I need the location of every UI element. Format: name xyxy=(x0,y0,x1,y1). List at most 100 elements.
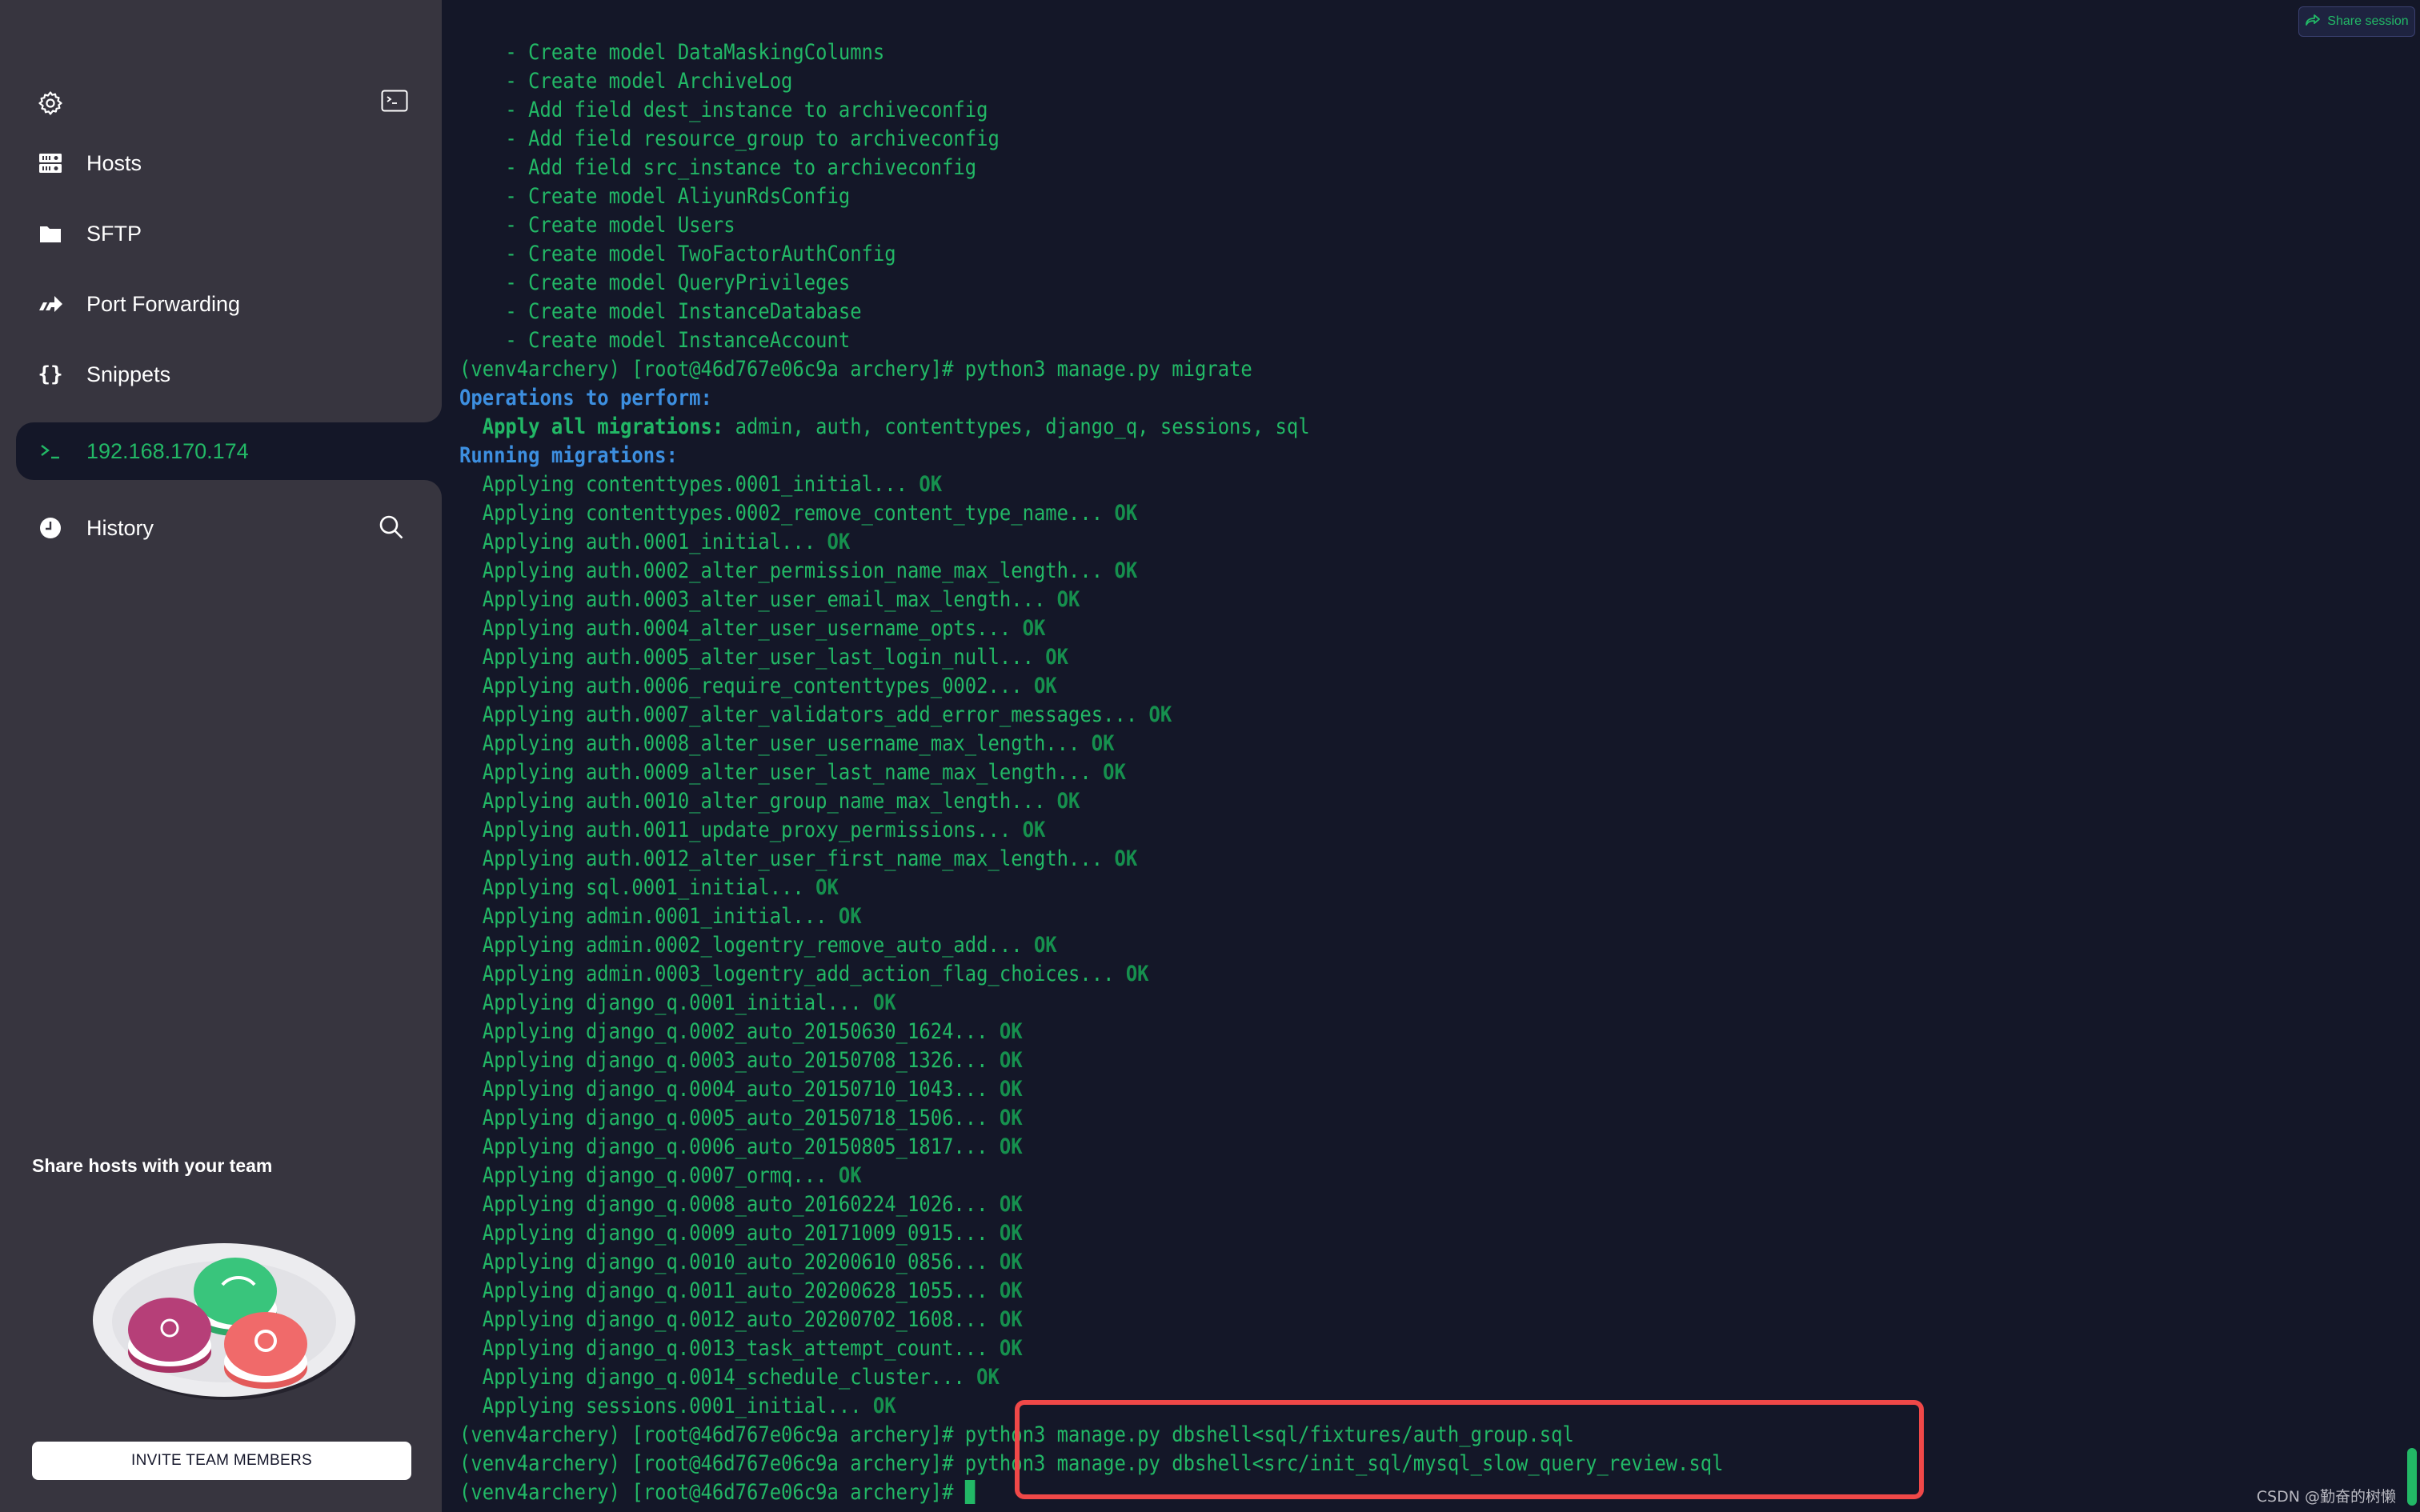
terminal-line: - Add field resource_group to archivecon… xyxy=(459,125,1723,154)
terminal-line: - Create model TwoFactorAuthConfig xyxy=(459,240,1723,269)
terminal-text: Applying django_q.0008_auto_20160224_102… xyxy=(459,1192,1000,1217)
status-ok: OK xyxy=(999,1077,1023,1102)
terminal-line: Applying sessions.0001_initial... OK xyxy=(459,1392,1723,1421)
share-arrow-icon xyxy=(2305,14,2321,30)
terminal-cursor xyxy=(964,1480,976,1504)
terminal-text: - Create model AliyunRdsConfig xyxy=(459,184,851,209)
terminal-text: Applying django_q.0006_auto_20150805_181… xyxy=(459,1134,1000,1159)
terminal-line: (venv4archery) [root@46d767e06c9a archer… xyxy=(459,1450,1723,1478)
terminal-line: Applying auth.0004_alter_user_username_o… xyxy=(459,614,1723,643)
terminal-text: - Add field src_instance to archiveconfi… xyxy=(459,155,977,180)
status-ok: OK xyxy=(1056,587,1080,612)
terminal-text: (venv4archery) [root@46d767e06c9a archer… xyxy=(459,1422,1574,1447)
terminal-text: Applying auth.0006_require_contenttypes_… xyxy=(459,674,1034,698)
search-icon[interactable] xyxy=(378,514,405,541)
terminal-text: (venv4archery) [root@46d767e06c9a archer… xyxy=(459,1480,965,1505)
terminal-text: - Create model ArchiveLog xyxy=(459,69,793,94)
terminal-text: - Create model QueryPrivileges xyxy=(459,270,851,295)
terminal-line: Applying auth.0001_initial... OK xyxy=(459,528,1723,557)
sidebar-item-sftp[interactable]: SFTP xyxy=(16,205,442,262)
terminal-text: Applying admin.0001_initial... xyxy=(459,904,839,929)
terminal-line: Apply all migrations: admin, auth, conte… xyxy=(459,413,1723,442)
sidebar-item-active-host[interactable]: 192.168.170.174 xyxy=(16,422,442,480)
status-ok: OK xyxy=(999,1048,1023,1073)
active-tab-corner xyxy=(424,405,442,422)
terminal-line: Applying django_q.0009_auto_20171009_091… xyxy=(459,1219,1723,1248)
terminal-line: - Create model InstanceDatabase xyxy=(459,298,1723,326)
terminal-text: Applying django_q.0010_auto_20200610_085… xyxy=(459,1250,1000,1274)
terminal-text: Applying auth.0007_alter_validators_add_… xyxy=(459,702,1149,727)
status-ok: OK xyxy=(999,1336,1023,1361)
terminal-line: - Create model Users xyxy=(459,211,1723,240)
terminal-text: - Add field resource_group to archivecon… xyxy=(459,126,1000,151)
terminal-text: Applying sql.0001_initial... xyxy=(459,875,816,900)
status-ok: OK xyxy=(999,1106,1023,1130)
folder-icon xyxy=(38,222,62,246)
sidebar-item-label: History xyxy=(86,515,154,540)
gear-icon[interactable] xyxy=(37,90,64,117)
terminal-line: - Add field dest_instance to archiveconf… xyxy=(459,96,1723,125)
terminal-text: Applying django_q.0007_ormq... xyxy=(459,1163,839,1188)
terminal-scrollbar[interactable] xyxy=(2407,1448,2417,1506)
terminal-line: Applying auth.0005_alter_user_last_login… xyxy=(459,643,1723,672)
clock-icon xyxy=(38,516,62,540)
status-ok: OK xyxy=(1114,501,1138,526)
terminal-line: Applying django_q.0004_auto_20150710_104… xyxy=(459,1075,1723,1104)
terminal-line: - Create model ArchiveLog xyxy=(459,67,1723,96)
status-ok: OK xyxy=(919,472,943,497)
status-ok: OK xyxy=(872,990,896,1015)
status-ok: OK xyxy=(1033,933,1057,958)
status-ok: OK xyxy=(1114,558,1138,583)
terminal-line: Applying auth.0008_alter_user_username_m… xyxy=(459,730,1723,758)
status-ok: OK xyxy=(1033,674,1057,698)
status-ok: OK xyxy=(838,904,862,929)
status-ok: OK xyxy=(1091,731,1115,756)
status-ok: OK xyxy=(1045,645,1069,670)
sidebar-item-hosts[interactable]: Hosts xyxy=(16,134,442,192)
terminal-text: Applying auth.0012_alter_user_first_name… xyxy=(459,846,1115,871)
status-ok: OK xyxy=(1022,818,1046,842)
terminal-text: (venv4archery) [root@46d767e06c9a archer… xyxy=(459,357,1252,382)
status-ok: OK xyxy=(976,1365,1000,1390)
terminal-line: Applying auth.0010_alter_group_name_max_… xyxy=(459,787,1723,816)
terminal-line: Applying sql.0001_initial... OK xyxy=(459,874,1723,902)
terminal-text: Applying admin.0002_logentry_remove_auto… xyxy=(459,933,1034,958)
terminal-text: Applying auth.0009_alter_user_last_name_… xyxy=(459,760,1104,785)
invite-team-members-button[interactable]: INVITE TEAM MEMBERS xyxy=(32,1442,411,1480)
terminal-line: Applying django_q.0003_auto_20150708_132… xyxy=(459,1046,1723,1075)
promo-title: Share hosts with your team xyxy=(32,1155,273,1176)
macarons-illustration xyxy=(80,1232,368,1408)
terminal-text: Running migrations: xyxy=(459,443,678,468)
status-ok: OK xyxy=(815,875,839,900)
terminal-line: Applying auth.0002_alter_permission_name… xyxy=(459,557,1723,586)
sidebar-item-port-forwarding[interactable]: Port Forwarding xyxy=(16,275,442,333)
share-session-button[interactable]: Share session xyxy=(2298,6,2415,37)
status-ok: OK xyxy=(999,1192,1023,1217)
terminal-line: (venv4archery) [root@46d767e06c9a archer… xyxy=(459,1421,1723,1450)
sidebar-item-label: Port Forwarding xyxy=(86,291,241,316)
terminal-line: Applying admin.0001_initial... OK xyxy=(459,902,1723,931)
terminal-text: Applying auth.0010_alter_group_name_max_… xyxy=(459,789,1057,814)
terminal-text: - Create model DataMaskingColumns xyxy=(459,40,885,65)
terminal-text: - Create model InstanceDatabase xyxy=(459,299,862,324)
terminal-text: - Create model Users xyxy=(459,213,735,238)
terminal-line: Running migrations: xyxy=(459,442,1723,470)
terminal-line: Applying django_q.0007_ormq... OK xyxy=(459,1162,1723,1190)
sidebar-toolbar xyxy=(37,86,408,118)
terminal-text: - Create model TwoFactorAuthConfig xyxy=(459,242,896,266)
sidebar-item-label: 192.168.170.174 xyxy=(86,438,249,463)
status-ok: OK xyxy=(1056,789,1080,814)
terminal-text: Applying auth.0005_alter_user_last_login… xyxy=(459,645,1046,670)
terminal-text: Applying auth.0003_alter_user_email_max_… xyxy=(459,587,1057,612)
terminal-pane[interactable]: - Create model DataMaskingColumns - Crea… xyxy=(442,0,2420,1512)
terminal-line: Applying contenttypes.0002_remove_conten… xyxy=(459,499,1723,528)
sidebar-item-label: SFTP xyxy=(86,221,142,246)
terminal-line: Applying django_q.0002_auto_20150630_162… xyxy=(459,1018,1723,1046)
terminal-text: Applying django_q.0014_schedule_cluster.… xyxy=(459,1365,977,1390)
terminal-line: Applying auth.0011_update_proxy_permissi… xyxy=(459,816,1723,845)
sidebar-item-snippets[interactable]: {} Snippets xyxy=(16,346,442,403)
terminal-icon[interactable] xyxy=(381,90,408,112)
terminal-text: Applying auth.0002_alter_permission_name… xyxy=(459,558,1115,583)
terminal-text: Applying auth.0011_update_proxy_permissi… xyxy=(459,818,1023,842)
terminal-line: - Create model QueryPrivileges xyxy=(459,269,1723,298)
